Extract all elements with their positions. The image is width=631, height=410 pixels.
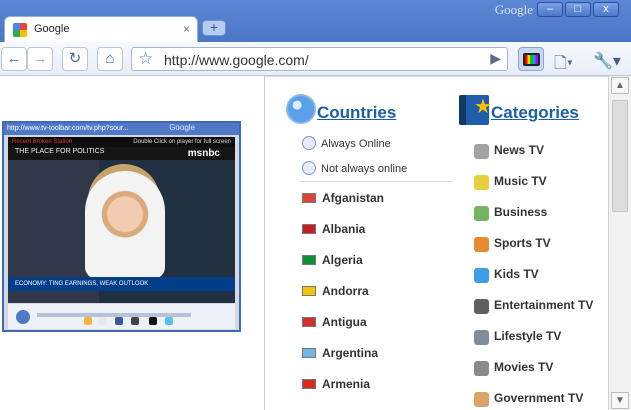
player-brand: Google [169,123,195,132]
browser-window: Google – □ x Google × + ← → ↻ ⌂ ☆ http:/… [0,0,631,410]
video-ticker: ECONOMY: TING EARNINGS, WEAK OUTLOOK [8,277,235,291]
clock-option-icon [302,161,316,175]
category-label: Government TV [494,391,584,405]
scroll-down-icon[interactable]: ▼ [611,392,629,409]
lifestyle-icon [474,330,489,345]
email-icon[interactable] [84,317,92,325]
flag-icon [302,286,316,296]
bookmark-star-icon[interactable]: ☆ [138,49,153,69]
tv-icon [523,53,540,66]
mail-icon[interactable] [99,317,107,325]
category-label: News TV [494,143,545,157]
wrench-icon[interactable]: 🔧▾ [593,51,621,71]
category-label: Lifestyle TV [494,329,562,343]
music-icon [474,175,489,190]
close-button[interactable]: x [593,2,619,17]
tab-title: Google [34,23,70,35]
star-icon: ★ [474,96,492,118]
player-hint-left: Recent Broken Station [12,139,73,145]
country-label: Algeria [322,253,363,267]
globe-icon [286,94,316,124]
forward-button[interactable]: → [27,47,53,71]
player-controls [8,304,235,329]
google-favicon-icon [13,23,27,37]
msnbc-logo: msnbc [187,148,220,159]
browser-tab[interactable]: Google × [4,16,198,42]
category-label: Sports TV [494,236,551,250]
video-frame[interactable]: THE PLACE FOR POLITICS msnbc ECONOMY: TI… [8,147,235,303]
options-divider [301,181,452,182]
category-label: Kids TV [494,267,539,281]
flag-icon [302,255,316,265]
flag-icon [302,224,316,234]
window-brand: Google [494,2,533,17]
countries-title[interactable]: Countries [317,103,396,123]
play-icon[interactable] [16,310,30,324]
option-not-always-online[interactable]: Not always online [321,163,407,175]
minimize-button[interactable]: – [537,2,563,17]
country-label: Albania [322,222,366,236]
video-player-window: http://www.tv-toolbar.com/tv.php?sour...… [2,121,241,332]
category-label: Movies TV [494,360,554,374]
movies-icon [474,361,489,376]
tv-extension-button[interactable] [518,47,544,71]
toolbar: ← → ↻ ⌂ ☆ http://www.google.com/ ▶ 🗋▾ 🔧▾ [0,42,631,76]
country-label: Antigua [322,315,367,329]
video-channel-label: THE PLACE FOR POLITICS [15,148,105,155]
categories-title[interactable]: Categories [491,103,579,123]
reload-button[interactable]: ↻ [62,47,88,71]
tab-close-icon[interactable]: × [183,22,190,36]
news-icon [474,144,489,159]
option-always-online[interactable]: Always Online [321,138,391,150]
flag-icon [302,317,316,327]
flag-icon [302,193,316,203]
maximize-button[interactable]: □ [565,2,591,17]
twitter-icon[interactable] [165,317,173,325]
popup-scrollbar[interactable]: ▲ ▼ [608,76,631,410]
sports-icon [474,237,489,252]
scroll-thumb[interactable] [612,100,628,212]
address-bar[interactable]: ☆ http://www.google.com/ ▶ [131,47,508,71]
business-icon [474,206,489,221]
share-icon[interactable] [131,317,139,325]
new-tab-button[interactable]: + [202,20,226,36]
kids-icon [474,268,489,283]
title-bar: Google – □ x Google × + [0,0,631,42]
entertainment-icon [474,299,489,314]
myspace-icon[interactable] [149,317,157,325]
player-hint-right: Double Click on player for full screen [133,139,231,145]
scroll-up-icon[interactable]: ▲ [611,77,629,94]
home-button[interactable]: ⌂ [97,47,123,71]
country-label: Andorra [322,284,369,298]
player-title: http://www.tv-toolbar.com/tv.php?sour... [4,123,239,135]
page-menu-icon[interactable]: 🗋▾ [554,52,573,79]
play-option-icon [302,136,316,150]
category-label: Entertainment TV [494,298,594,312]
tv-extension-popup: Countries ★ Categories Always Online Not… [264,76,608,410]
facebook-icon[interactable] [115,317,123,325]
flag-icon [302,379,316,389]
anchor-person [85,171,165,279]
category-label: Business [494,205,548,219]
url-text: http://www.google.com/ [164,52,309,68]
country-label: Afganistan [322,191,385,205]
category-label: Music TV [494,174,547,188]
player-hint: Recent Broken Station Double Click on pl… [8,137,235,147]
flag-icon [302,348,316,358]
back-button[interactable]: ← [1,47,27,71]
go-arrow-icon[interactable]: ▶ [490,50,501,67]
country-label: Armenia [322,377,371,391]
country-label: Argentina [322,346,379,360]
government-icon [474,392,489,407]
